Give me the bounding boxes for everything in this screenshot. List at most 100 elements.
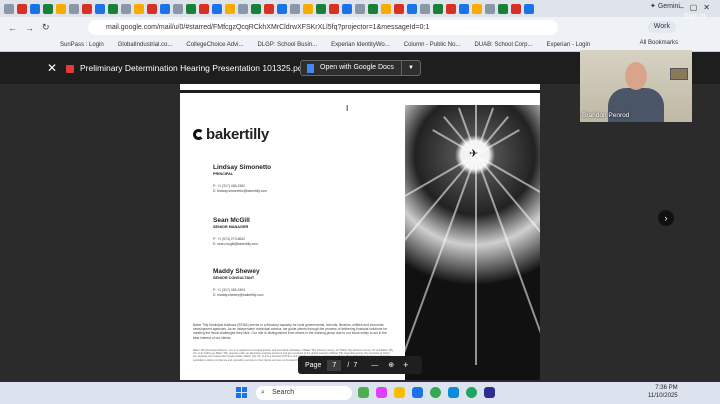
tab-favicon[interactable] <box>264 3 274 14</box>
tab-favicon[interactable] <box>472 3 482 14</box>
tab-favicon[interactable] <box>147 3 157 14</box>
tab-favicon[interactable] <box>199 3 209 14</box>
open-with-label: Open with Google Docs <box>314 61 402 75</box>
tab-favicon[interactable] <box>524 3 534 14</box>
tab-favicon[interactable] <box>56 3 66 14</box>
windows-taskbar: ⌕ Search 7:36 PM 11/10/2025 <box>0 382 720 404</box>
tab-favicon[interactable] <box>17 3 27 14</box>
tab-favicon[interactable] <box>459 3 469 14</box>
bookmark-item[interactable]: DLGP: School Busin... <box>257 42 317 48</box>
tab-favicon[interactable] <box>303 3 313 14</box>
search-icon: ⌕ <box>261 389 265 396</box>
bookmark-item[interactable]: Column - Public No... <box>404 42 461 48</box>
forward-arrow-icon[interactable]: → <box>25 23 34 33</box>
tab-favicon[interactable] <box>485 3 495 14</box>
logo-mark-icon <box>193 129 204 140</box>
tab-favicon[interactable] <box>342 3 352 14</box>
contact-email: E: lindsay.simonetto@bakertilly.com <box>213 189 268 193</box>
back-arrow-icon[interactable]: ← <box>8 23 17 33</box>
tab-favicon[interactable] <box>446 3 456 14</box>
profile-button[interactable]: Work <box>647 21 676 33</box>
tab-favicon[interactable] <box>173 3 183 14</box>
gemini-button[interactable]: ✦ Gemini <box>650 2 680 10</box>
system-clock[interactable]: 7:36 PM 11/10/2025 <box>648 384 678 400</box>
browser-tab-strip: ✦ Gemini –▢✕ <box>0 0 720 17</box>
tab-favicon[interactable] <box>394 3 404 14</box>
tab-favicon[interactable] <box>134 3 144 14</box>
tab-favicon[interactable] <box>498 3 508 14</box>
windows-start-icon[interactable] <box>236 387 247 398</box>
tab-favicon[interactable] <box>186 3 196 14</box>
disclaimer-text: Baker Tilly Municipal Advisors (BTMA) se… <box>193 323 388 340</box>
zoom-out-icon[interactable]: — <box>371 362 378 369</box>
contact-phone: P: +1 (317) 465-1562 <box>213 184 246 188</box>
tab-favicon[interactable] <box>316 3 326 14</box>
total-pages: 7 <box>353 361 358 369</box>
bookmark-item[interactable]: Experian IdentityWo... <box>331 42 390 48</box>
chrome-icon[interactable] <box>430 387 441 398</box>
text-cursor-icon: I <box>346 104 349 113</box>
bookmark-item[interactable]: SunPass : Login <box>60 42 104 48</box>
tab-favicon[interactable] <box>212 3 222 14</box>
app-icon[interactable] <box>376 387 387 398</box>
zoom-in-icon[interactable]: + <box>403 360 408 370</box>
clock-time: 7:36 PM <box>655 385 678 391</box>
reload-icon[interactable]: ↻ <box>42 22 50 33</box>
tab-favicon[interactable] <box>407 3 417 14</box>
bookmark-item[interactable]: GlobalIndustrial.co... <box>118 42 173 48</box>
tab-favicon[interactable] <box>108 3 118 14</box>
page-number-input[interactable]: 7 <box>327 359 342 371</box>
tab-favicon[interactable] <box>4 3 14 14</box>
contact-role: SENIOR CONSULTANT <box>213 276 255 280</box>
contact-card: Sean McGill SENIOR MANAGER P: +1 (574) 2… <box>213 217 258 246</box>
tab-favicon[interactable] <box>69 3 79 14</box>
tab-favicon[interactable] <box>43 3 53 14</box>
contact-phone: P: +1 (574) 273-8642 <box>213 237 246 241</box>
bookmark-item[interactable]: DUAB: School Corp... <box>474 42 532 48</box>
tab-favicon[interactable] <box>238 3 248 14</box>
edge-icon[interactable] <box>466 387 477 398</box>
contact-email: E: sean.mcgill@bakertilly.com <box>213 242 259 246</box>
tab-favicon[interactable] <box>420 3 430 14</box>
zoom-icon[interactable]: ⊕ <box>388 361 394 369</box>
app-icon[interactable] <box>484 387 495 398</box>
tab-favicon[interactable] <box>82 3 92 14</box>
tab-favicon[interactable] <box>225 3 235 14</box>
wall-frame <box>670 68 688 80</box>
chevron-down-icon[interactable]: ▼ <box>402 65 420 71</box>
tab-favicon[interactable] <box>277 3 287 14</box>
tab-favicon[interactable] <box>251 3 261 14</box>
app-icon[interactable] <box>412 387 423 398</box>
contact-role: PRINCIPAL <box>213 172 234 176</box>
bookmark-item[interactable]: Experian - Login <box>546 42 590 48</box>
tab-favicon[interactable] <box>121 3 131 14</box>
bookmark-item[interactable]: CollegeChoice Advi... <box>186 42 243 48</box>
taskbar-search[interactable]: ⌕ Search <box>256 386 352 400</box>
contact-card: Lindsay Simonetto PRINCIPAL P: +1 (317) … <box>213 164 271 193</box>
url-input[interactable]: mail.google.com/mail/u/0/#starred/FMfcgz… <box>88 20 558 35</box>
outlook-icon[interactable] <box>448 387 459 398</box>
sign-in-button[interactable]: Sign in <box>684 13 705 20</box>
contact-email: E: maddy.shewey@bakertilly.com <box>213 293 264 297</box>
tab-favicon[interactable] <box>355 3 365 14</box>
window-controls[interactable]: –▢✕ <box>679 3 716 12</box>
open-with-button[interactable]: Open with Google Docs ▼ <box>300 60 421 76</box>
next-arrow-icon[interactable]: › <box>658 210 674 226</box>
tab-favicon[interactable] <box>511 3 521 14</box>
tab-favicon[interactable] <box>95 3 105 14</box>
pdf-page: ✈ bakertilly Lindsay Simonetto PRINCIPAL… <box>180 84 540 380</box>
tab-favicon[interactable] <box>433 3 443 14</box>
tab-favicon[interactable] <box>329 3 339 14</box>
tab-favicon[interactable] <box>381 3 391 14</box>
all-bookmarks-button[interactable]: All Bookmarks <box>640 40 678 46</box>
tab-favicon[interactable] <box>368 3 378 14</box>
tab-favicon[interactable] <box>160 3 170 14</box>
file-explorer-icon[interactable] <box>394 387 405 398</box>
app-icon[interactable] <box>358 387 369 398</box>
page-controls: Page 7 / 7 — ⊕ + <box>298 356 422 374</box>
tab-favicon[interactable] <box>290 3 300 14</box>
contact-phone: P: +1 (317) 465-1504 <box>213 288 246 292</box>
person-head <box>625 62 647 90</box>
tab-favicon[interactable] <box>30 3 40 14</box>
close-icon[interactable]: ✕ <box>47 61 57 75</box>
